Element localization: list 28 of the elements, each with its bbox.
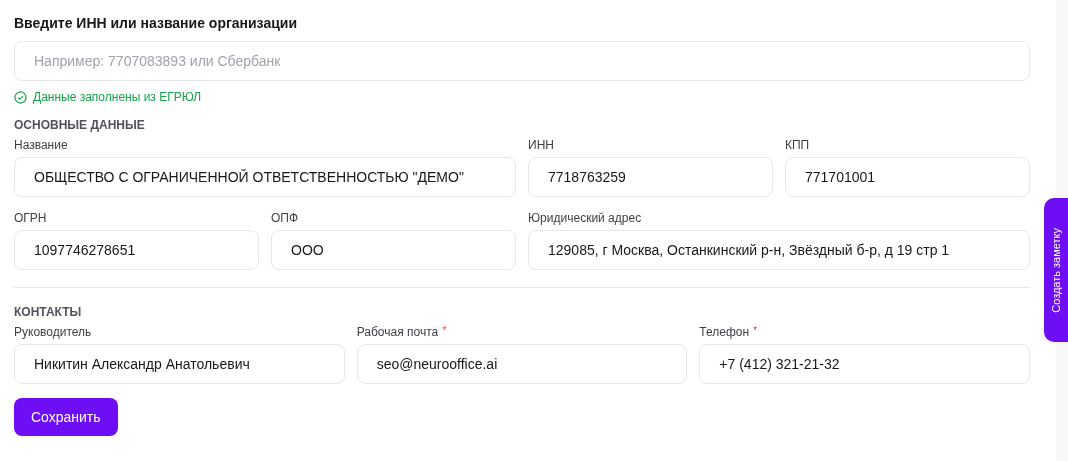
field-label: Рабочая почта (356, 324, 439, 340)
field-label: КПП (785, 137, 810, 153)
input-field[interactable]: seo@neurooffice.ai (356, 344, 688, 384)
search-field[interactable]: Например: 7707083893 или Сбербанк (14, 41, 1030, 81)
field-label: ИНН (528, 137, 554, 153)
field-label: ОПФ (271, 210, 299, 226)
check-circle-icon (14, 90, 27, 104)
input-field[interactable]: 1097746278651 (14, 230, 259, 270)
required-mark: * (442, 324, 447, 336)
field-label: ОГРН (14, 210, 47, 226)
field-label: Юридический адрес (528, 210, 642, 226)
field-label: Телефон (699, 324, 750, 340)
input-field[interactable]: 771701001 (785, 157, 1030, 197)
create-note-tab[interactable]: Создать заметку (1044, 198, 1068, 342)
input-field[interactable]: 129085, г Москва, Останкинский р-н, Звёздный б-р, д 19 стр 1 (528, 230, 1030, 270)
input-field[interactable]: +7 (412) 321-21-32 (699, 344, 1030, 384)
required-mark: * (753, 324, 758, 336)
input-field[interactable]: 7718763259 (528, 157, 773, 197)
section-title: ОСНОВНЫЕ ДАННЫЕ (14, 117, 146, 133)
status-message: Данные заполнены из ЕГРЮЛ (33, 89, 202, 105)
search-label: Введите ИНН или название организации (14, 14, 298, 33)
field-label: Название (14, 137, 68, 153)
field-label: Руководитель (14, 324, 92, 340)
section-title: КОНТАКТЫ (14, 304, 83, 320)
input-field[interactable]: ОБЩЕСТВО С ОГРАНИЧЕННОЙ ОТВЕТСТВЕННОСТЬЮ "ДЕМО" (14, 157, 516, 197)
save-button[interactable]: Сохранить (14, 398, 118, 436)
input-field[interactable]: Никитин Александр Анатольевич (14, 344, 345, 384)
input-field[interactable]: ООО (271, 230, 516, 270)
